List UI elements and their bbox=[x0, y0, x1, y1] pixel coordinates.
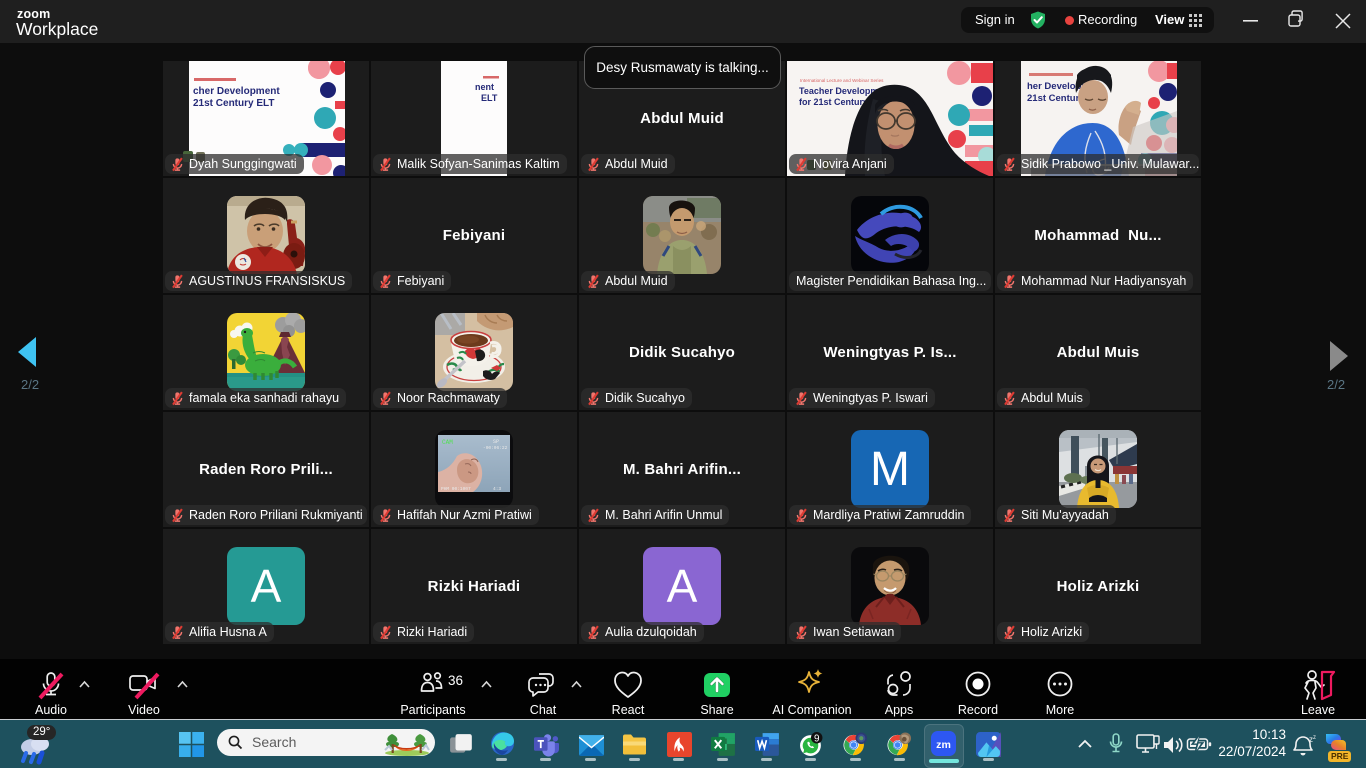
svg-text:SP: SP bbox=[493, 439, 499, 445]
svg-text:9: 9 bbox=[814, 734, 820, 745]
svg-text:z: z bbox=[1313, 735, 1316, 741]
svg-text:4:3: 4:3 bbox=[493, 486, 501, 492]
svg-text:CAM: CAM bbox=[442, 439, 453, 446]
svg-text:ELT: ELT bbox=[481, 93, 498, 103]
svg-text:PHM 00:1007: PHM 00:1007 bbox=[441, 486, 471, 492]
svg-text:21st Century ELT: 21st Century ELT bbox=[193, 98, 275, 109]
svg-text:36: 36 bbox=[448, 673, 463, 688]
svg-text:International Lecture and Webi: International Lecture and Webinar Series bbox=[800, 78, 884, 83]
svg-text:cher Development: cher Development bbox=[193, 86, 280, 97]
svg-text:zm: zm bbox=[936, 739, 951, 751]
svg-text:-00:06:22: -00:06:22 bbox=[483, 445, 508, 451]
svg-text:nent: nent bbox=[475, 82, 494, 92]
